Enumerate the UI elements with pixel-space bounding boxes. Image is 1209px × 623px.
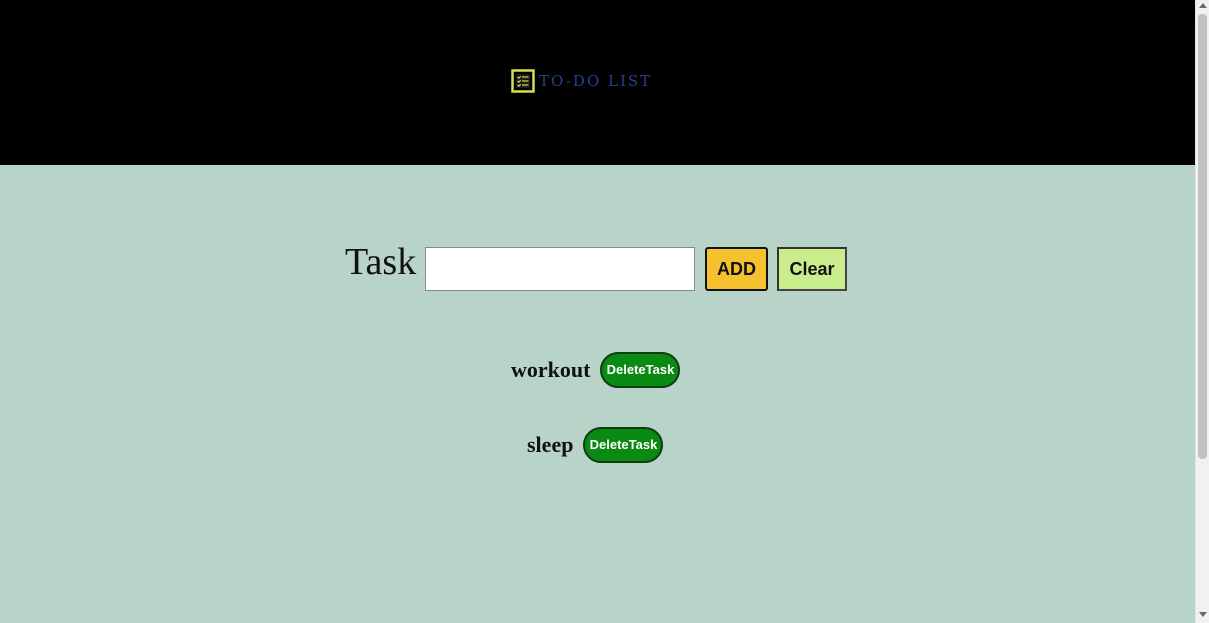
page: TO-DO LIST Task ADD Clear workout Delete… [0,0,1209,623]
clear-button[interactable]: Clear [777,247,847,291]
scroll-up-arrow-icon[interactable] [1199,3,1207,8]
main-content: TO-DO LIST Task ADD Clear workout Delete… [0,0,1195,623]
delete-task-button[interactable]: DeleteTask [600,352,681,388]
task-text: sleep [527,432,574,457]
add-button[interactable]: ADD [705,247,768,291]
list-item: sleep DeleteTask [527,426,664,464]
delete-task-button[interactable]: DeleteTask [583,427,664,463]
scrollbar-thumb[interactable] [1198,14,1207,459]
checklist-icon [511,69,535,93]
task-text: workout [511,357,591,382]
logo: TO-DO LIST [511,69,652,93]
scroll-down-arrow-icon[interactable] [1199,612,1207,617]
vertical-scrollbar[interactable] [1195,0,1209,623]
header: TO-DO LIST [0,0,1195,165]
list-item: workout DeleteTask [511,351,681,389]
app-title: TO-DO LIST [539,72,653,90]
task-label: Task [345,241,417,283]
task-input[interactable] [425,247,695,291]
